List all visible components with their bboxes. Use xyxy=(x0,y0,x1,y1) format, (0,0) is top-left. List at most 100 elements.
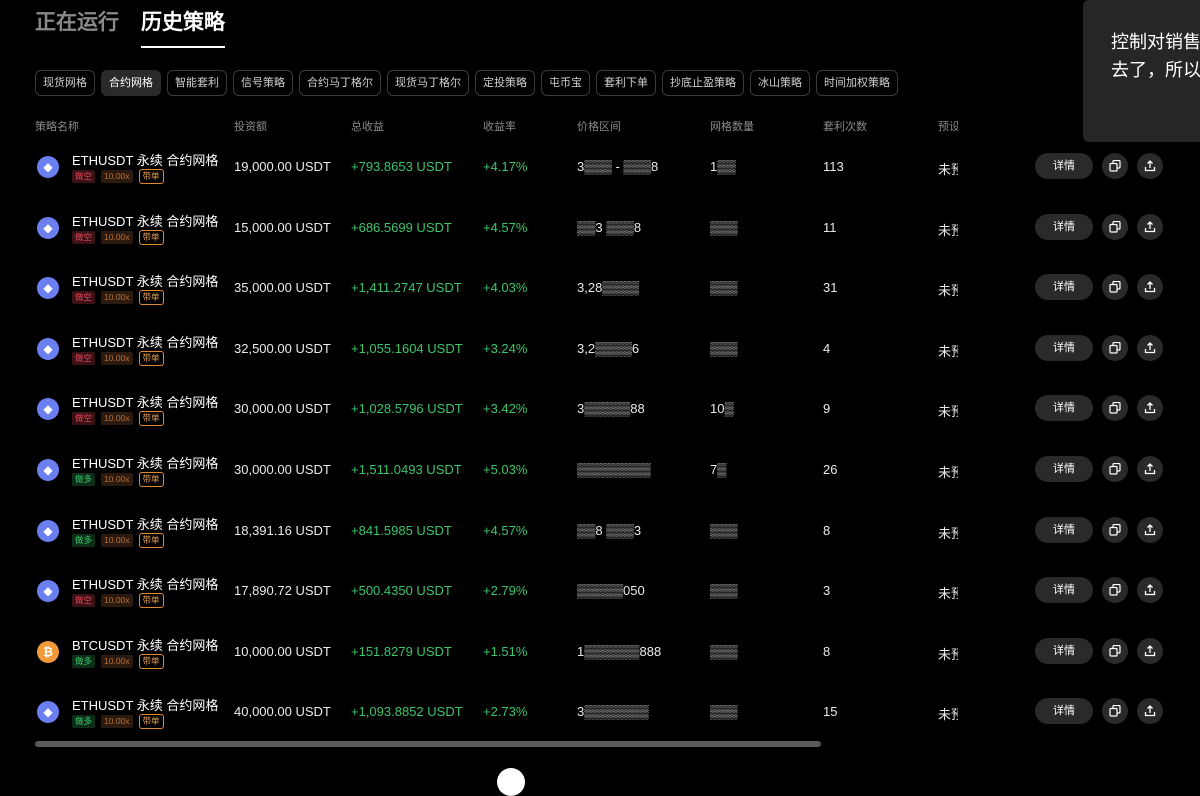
detail-button[interactable]: 详情 xyxy=(1035,274,1093,301)
investment-value: 30,000.00 USDT xyxy=(234,401,331,417)
strategy-name: ETHUSDT 永续 合约网格 xyxy=(72,698,219,714)
price-range-value: ▒▒3 ▒▒▒8 xyxy=(577,219,642,235)
profit-rate-value: +2.79% xyxy=(483,583,528,599)
filter-chip[interactable]: 现货网格 xyxy=(35,70,95,96)
tab-running[interactable]: 正在运行 xyxy=(35,6,119,48)
share-icon[interactable] xyxy=(1137,153,1163,179)
table-row[interactable]: ◆ ETHUSDT 永续 合约网格 做空 10.00x 带单 32,500.00 USDT… xyxy=(0,318,1200,379)
leverage-badge: 10.00x xyxy=(101,594,133,608)
detail-button[interactable]: 详情 xyxy=(1035,698,1093,725)
filter-chip[interactable]: 合约网格 xyxy=(101,70,161,96)
share-icon[interactable] xyxy=(1137,395,1163,422)
strategy-tags: 做空 10.00x 带单 xyxy=(72,350,164,366)
col-price-range: 价格区间 xyxy=(577,121,621,133)
detail-button[interactable]: 详情 xyxy=(1035,213,1093,240)
side-badge: 做空 xyxy=(72,170,96,183)
detail-button[interactable]: 详情 xyxy=(1035,516,1093,543)
investment-value: 18,391.16 USDT xyxy=(234,522,331,538)
total-profit-value: +500.4350 USDT xyxy=(351,583,452,599)
share-icon[interactable] xyxy=(1137,516,1163,543)
strategy-tags: 做多 10.00x 带单 xyxy=(72,714,164,730)
investment-value: 10,000.00 USDT xyxy=(234,643,331,659)
detail-button[interactable]: 详情 xyxy=(1035,455,1093,482)
table-row[interactable]: ◆ ETHUSDT 永续 合约网格 做多 10.00x 带单 30,000.00 USDT… xyxy=(0,439,1200,500)
price-range-value: 3▒▒▒▒▒88 xyxy=(577,401,645,417)
share-icon[interactable] xyxy=(1137,577,1163,604)
filter-chip[interactable]: 合约马丁格尔 xyxy=(299,70,381,96)
copy-icon[interactable] xyxy=(1102,395,1128,422)
filter-chip[interactable]: 定投策略 xyxy=(475,70,535,96)
table-row[interactable]: ◆ ETHUSDT 永续 合约网格 做空 10.00x 带单 19,000.00 USDT… xyxy=(0,136,1200,197)
price-range-value: ▒▒▒▒▒▒▒▒ xyxy=(577,461,651,477)
copy-icon[interactable] xyxy=(1102,213,1128,240)
copy-icon[interactable] xyxy=(1102,577,1128,604)
side-badge: 做多 xyxy=(72,533,96,547)
share-icon[interactable] xyxy=(1137,698,1163,725)
tab-history[interactable]: 历史策略 xyxy=(141,6,225,48)
profit-rate-value: +3.24% xyxy=(483,340,528,356)
share-icon[interactable] xyxy=(1137,455,1163,482)
table-row[interactable]: ◆ ETHUSDT 永续 合约网格 做空 10.00x 带单 15,000.00 USDT… xyxy=(0,197,1200,258)
leverage-badge: 10.00x xyxy=(101,472,133,486)
arb-count-value: 11 xyxy=(823,219,837,235)
copy-icon[interactable] xyxy=(1102,516,1128,543)
filter-chip[interactable]: 套利下单 xyxy=(596,70,656,96)
floating-button[interactable] xyxy=(497,768,525,796)
copy-icon[interactable] xyxy=(1102,334,1128,361)
grid-count-value: ▒▒▒ xyxy=(710,340,738,356)
copy-icon[interactable] xyxy=(1102,698,1128,725)
total-profit-value: +151.8279 USDT xyxy=(351,643,452,659)
profit-rate-value: +5.03% xyxy=(483,461,528,477)
table-row[interactable]: ◆ ETHUSDT 永续 合约网格 做空 10.00x 带单 30,000.00 USDT… xyxy=(0,378,1200,439)
share-icon[interactable] xyxy=(1137,274,1163,301)
side-badge: 做多 xyxy=(72,654,96,668)
detail-button[interactable]: 详情 xyxy=(1035,334,1093,361)
share-icon[interactable] xyxy=(1137,637,1163,664)
filter-chip[interactable]: 时间加权策略 xyxy=(816,70,898,96)
filter-chip[interactable]: 信号策略 xyxy=(233,70,293,96)
detail-button[interactable]: 详情 xyxy=(1035,153,1093,179)
arb-count-value: 8 xyxy=(823,643,831,659)
arb-count-value: 15 xyxy=(823,704,838,720)
table-row[interactable]: ◆ ETHUSDT 永续 合约网格 做空 10.00x 带单 35,000.00 USDT… xyxy=(0,257,1200,318)
table-row[interactable]: ◆ ETHUSDT 永续 合约网格 做空 10.00x 带单 17,890.72 USDT… xyxy=(0,560,1200,621)
table-row[interactable]: ◆ ETHUSDT 永续 合约网格 做多 10.00x 带单 18,391.16 USDT… xyxy=(0,500,1200,561)
tooltip-line-1: 控制对销售 xyxy=(1111,32,1200,52)
filter-chip[interactable]: 抄底止盈策略 xyxy=(662,70,744,96)
copy-icon[interactable] xyxy=(1102,153,1128,179)
profit-rate-value: +2.73% xyxy=(483,704,528,720)
col-rate: 收益率 xyxy=(483,121,516,133)
horizontal-scrollbar-thumb[interactable] xyxy=(35,741,821,747)
strategy-table-body: ◆ ETHUSDT 永续 合约网格 做空 10.00x 带单 19,000.00 USDT… xyxy=(0,136,1200,742)
detail-button[interactable]: 详情 xyxy=(1035,577,1093,604)
ethereum-icon: ◆ xyxy=(37,398,59,421)
copy-trade-badge: 带单 xyxy=(138,290,164,306)
detail-button[interactable]: 详情 xyxy=(1035,395,1093,422)
price-range-value: ▒▒▒▒▒050 xyxy=(577,583,645,599)
table-row[interactable]: ◆ ETHUSDT 永续 合约网格 做多 10.00x 带单 40,000.00 USDT… xyxy=(0,681,1200,742)
strategy-tags: 做空 10.00x 带单 xyxy=(72,411,164,427)
col-investment: 投资额 xyxy=(234,121,267,133)
strategy-name: ETHUSDT 永续 合约网格 xyxy=(72,577,219,593)
table-row[interactable]: ₿ BTCUSDT 永续 合约网格 做多 10.00x 带单 10,000.00 USDT… xyxy=(0,621,1200,682)
profit-rate-value: +4.57% xyxy=(483,522,528,538)
filter-chip[interactable]: 智能套利 xyxy=(167,70,227,96)
side-badge: 做空 xyxy=(72,230,96,244)
strategy-tags: 做空 10.00x 带单 xyxy=(72,593,164,609)
share-icon[interactable] xyxy=(1137,213,1163,240)
filter-chip[interactable]: 现货马丁格尔 xyxy=(387,70,469,96)
preset-value: 未预 xyxy=(938,343,958,359)
detail-button[interactable]: 详情 xyxy=(1035,637,1093,664)
filter-chip[interactable]: 冰山策略 xyxy=(750,70,810,96)
copy-trade-badge: 带单 xyxy=(138,714,164,730)
copy-icon[interactable] xyxy=(1102,455,1128,482)
share-icon[interactable] xyxy=(1137,334,1163,361)
copy-icon[interactable] xyxy=(1102,637,1128,664)
preset-value: 未预 xyxy=(938,586,958,602)
copy-icon[interactable] xyxy=(1102,274,1128,301)
filter-chip[interactable]: 屯币宝 xyxy=(541,70,590,96)
preset-value: 未预 xyxy=(938,404,958,420)
strategy-tags: 做空 10.00x 带单 xyxy=(72,169,164,184)
total-profit-value: +1,028.5796 USDT xyxy=(351,401,463,417)
profit-rate-value: +3.42% xyxy=(483,401,528,417)
